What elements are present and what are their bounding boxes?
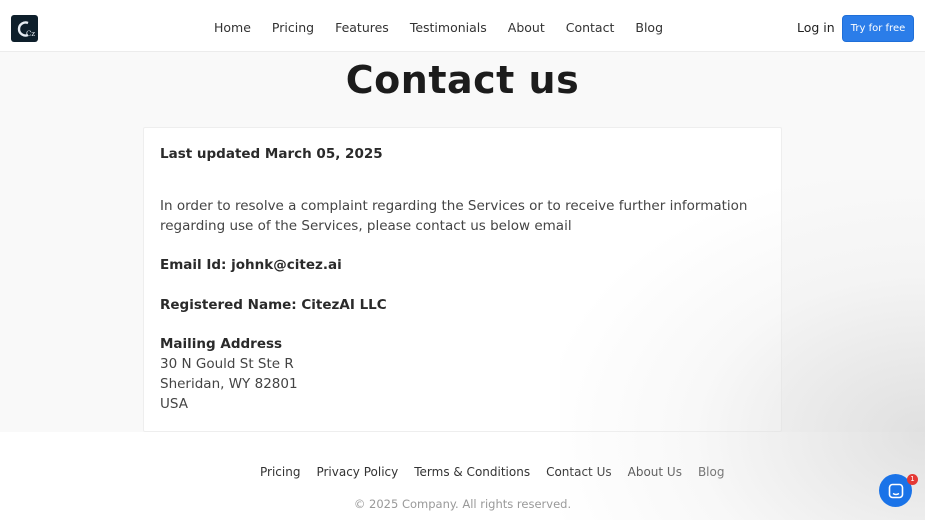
logo-mark-icon: Cz [17,20,35,38]
footer-link-terms[interactable]: Terms & Conditions [414,464,530,480]
nav-contact[interactable]: Contact [566,19,615,37]
intro-paragraph: In order to resolve a complaint regardin… [160,198,748,234]
nav-pricing[interactable]: Pricing [272,19,314,37]
last-updated-text: Last updated March 05, 2025 [160,146,383,162]
address-line-city: Sheridan, WY 82801 [160,376,298,392]
svg-text:Cz: Cz [26,30,35,38]
footer-links: Pricing Privacy Policy Terms & Condition… [260,464,740,480]
footer: Pricing Privacy Policy Terms & Condition… [0,432,925,520]
notification-badge: 1 [907,474,918,485]
registered-name-line: Registered Name: CitezAI LLC [160,297,387,313]
footer-link-about-us[interactable]: About Us [628,464,682,480]
address-line-country: USA [160,396,188,412]
nav-testimonials[interactable]: Testimonials [410,19,487,37]
mailing-address-heading: Mailing Address [160,336,283,352]
try-for-free-button[interactable]: Try for free [842,15,914,42]
top-navigation-bar: Cz Home Pricing Features Testimonials Ab… [0,0,925,52]
footer-link-blog[interactable]: Blog [698,464,725,480]
chat-icon [888,483,903,498]
nav-features[interactable]: Features [335,19,389,37]
copyright-text: © 2025 Company. All rights reserved. [353,497,572,511]
contact-card: Last updated March 05, 2025 In order to … [143,127,782,432]
footer-link-privacy-policy[interactable]: Privacy Policy [316,464,398,480]
nav-about[interactable]: About [508,19,545,37]
address-line-street: 30 N Gould St Ste R [160,356,294,372]
login-link[interactable]: Log in [797,19,835,37]
nav-home[interactable]: Home [214,19,251,37]
footer-link-pricing[interactable]: Pricing [260,464,300,480]
footer-link-contact-us[interactable]: Contact Us [546,464,612,480]
email-line: Email Id: johnk@citez.ai [160,257,342,273]
page-title: Contact us [345,58,580,102]
main-nav: Home Pricing Features Testimonials About… [214,19,684,37]
citez-logo[interactable]: Cz [11,15,38,42]
nav-blog[interactable]: Blog [635,19,663,37]
